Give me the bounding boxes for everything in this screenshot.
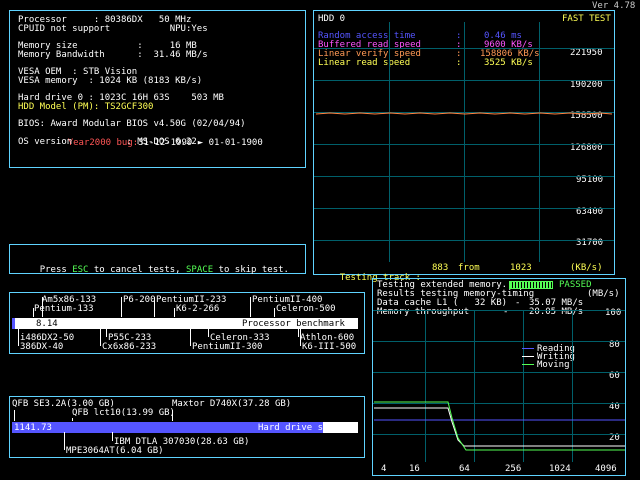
writing-curve (374, 407, 625, 447)
memory-graph-grid (373, 310, 625, 462)
graphics-overlay (14, 22, 625, 462)
cpu-benchmark-connectors (18, 297, 301, 346)
hdd-benchmark-connectors (14, 410, 173, 450)
hdd-graph-grid (314, 22, 614, 262)
moving-curve (374, 401, 625, 451)
